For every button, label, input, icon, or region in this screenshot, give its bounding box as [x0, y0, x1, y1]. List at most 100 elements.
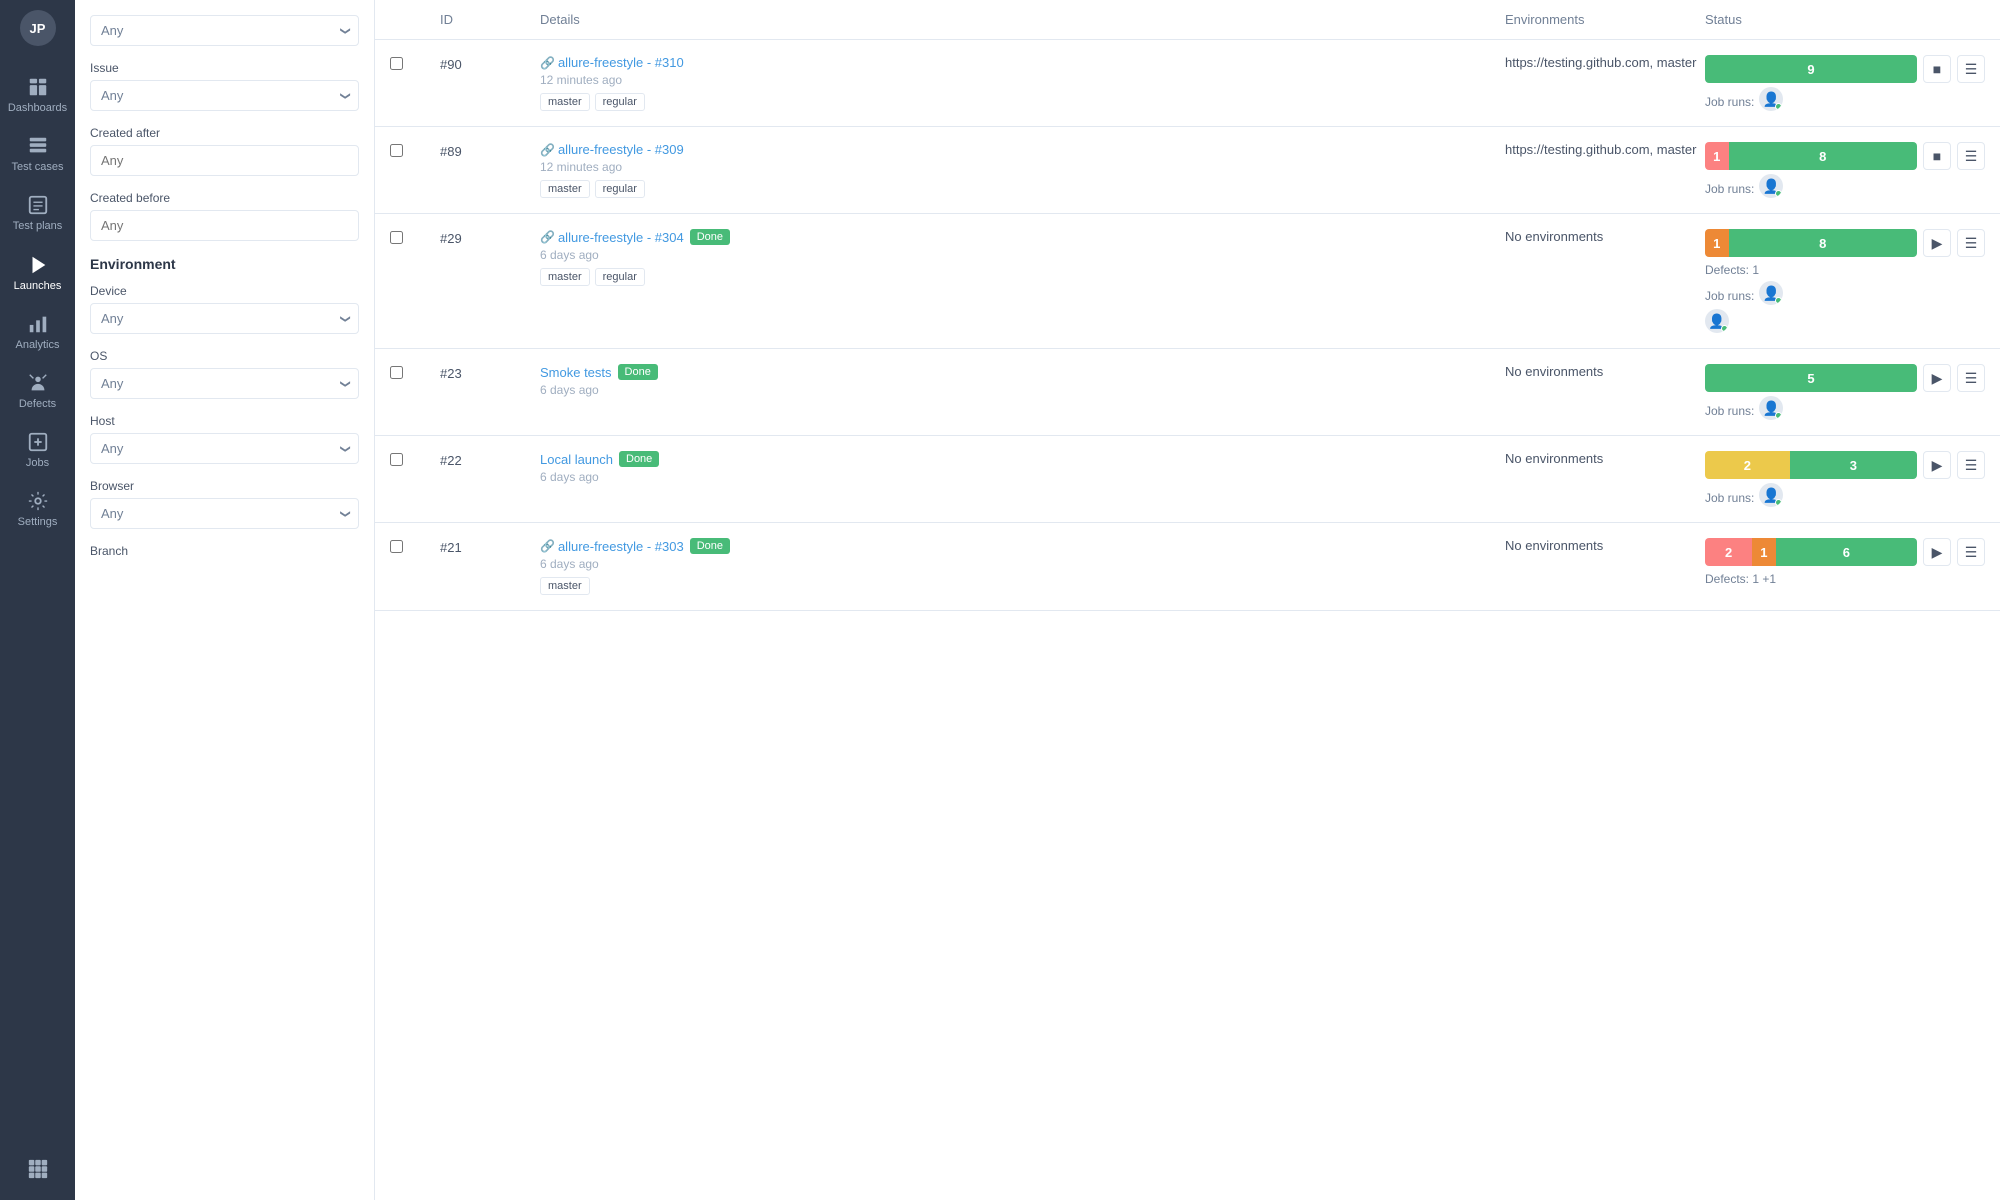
sidebar-item-settings[interactable]: Settings: [0, 480, 75, 539]
stop-btn-90[interactable]: ■: [1923, 55, 1951, 83]
defects-21: Defects: 1 +1: [1705, 572, 1985, 586]
row-time-29: 6 days ago: [540, 248, 1505, 262]
tag-master-90: master: [540, 93, 590, 111]
row-tags-29: master regular: [540, 268, 1505, 286]
row-tags-21: master: [540, 577, 1505, 595]
row-time-90: 12 minutes ago: [540, 73, 1505, 87]
row-env-89: https://testing.github.com, master: [1505, 142, 1705, 157]
row-time-23: 6 days ago: [540, 383, 1505, 397]
row-checkbox-23: [390, 364, 440, 379]
avatar-90: 👤: [1759, 87, 1783, 111]
col-details: Details: [540, 12, 1505, 27]
row-checkbox-29: [390, 229, 440, 244]
row-link-21[interactable]: allure-freestyle - #303: [558, 539, 684, 554]
row-status-22: 2 3 ▶ ☰ Job runs: 👤: [1705, 451, 1985, 507]
row-time-89: 12 minutes ago: [540, 160, 1505, 174]
row-time-22: 6 days ago: [540, 470, 1505, 484]
play-btn-21[interactable]: ▶: [1923, 538, 1951, 566]
menu-btn-23[interactable]: ☰: [1957, 364, 1985, 392]
filter-os-label: OS: [90, 349, 359, 363]
sidebar-item-testplans-label: Test plans: [13, 220, 63, 233]
filter-host-section: Host Any: [90, 414, 359, 464]
sidebar-item-analytics[interactable]: Analytics: [0, 303, 75, 362]
sidebar-item-testplans[interactable]: Test plans: [0, 184, 75, 243]
filter-created-after-input[interactable]: [90, 145, 359, 176]
filter-browser-label: Browser: [90, 479, 359, 493]
avatar-22: 👤: [1759, 483, 1783, 507]
play-btn-23[interactable]: ▶: [1923, 364, 1951, 392]
col-status: Status: [1705, 12, 1985, 27]
menu-btn-22[interactable]: ☰: [1957, 451, 1985, 479]
filter-host-select[interactable]: Any: [90, 433, 359, 464]
sidebar-item-integrations[interactable]: [0, 1148, 75, 1190]
filter-branch-label: Branch: [90, 544, 359, 558]
menu-btn-90[interactable]: ☰: [1957, 55, 1985, 83]
tag-master-29: master: [540, 268, 590, 286]
row-status-23: 5 ▶ ☰ Job runs: 👤: [1705, 364, 1985, 420]
environment-section-title: Environment: [90, 256, 359, 272]
job-runs-29b: 👤: [1705, 309, 1985, 333]
filter-panel: Any Issue Any Created after Created befo…: [75, 0, 375, 1200]
avatar-23: 👤: [1759, 396, 1783, 420]
checkbox-89[interactable]: [390, 144, 403, 157]
checkbox-22[interactable]: [390, 453, 403, 466]
table-row: #29 🔗 allure-freestyle - #304 Done 6 day…: [375, 214, 2000, 349]
play-btn-22[interactable]: ▶: [1923, 451, 1951, 479]
seg-green-29: 8: [1729, 229, 1917, 257]
checkbox-23[interactable]: [390, 366, 403, 379]
testcases-icon: [27, 135, 49, 157]
checkbox-21[interactable]: [390, 540, 403, 553]
sidebar-item-jobs[interactable]: Jobs: [0, 421, 75, 480]
row-id-29: #29: [440, 229, 540, 246]
filter-issue-select[interactable]: Any: [90, 80, 359, 111]
job-runs-29: Job runs: 👤: [1705, 281, 1985, 305]
row-link-89[interactable]: allure-freestyle - #309: [558, 142, 684, 157]
job-runs-90: Job runs: 👤: [1705, 87, 1985, 111]
row-tags-90: master regular: [540, 93, 1505, 111]
row-link-90[interactable]: allure-freestyle - #310: [558, 55, 684, 70]
analytics-icon: [27, 313, 49, 335]
seg-green-89: 8: [1729, 142, 1917, 170]
row-link-29[interactable]: allure-freestyle - #304: [558, 230, 684, 245]
sidebar: JP Dashboards Test cases Test plans: [0, 0, 75, 1200]
sidebar-item-testcases[interactable]: Test cases: [0, 125, 75, 184]
sidebar-item-launches-label: Launches: [14, 280, 62, 293]
tag-master-89: master: [540, 180, 590, 198]
row-link-23[interactable]: Smoke tests: [540, 365, 612, 380]
launches-icon: [27, 254, 49, 276]
row-status-21: 2 1 6 ▶ ☰ Defects: 1 +1: [1705, 538, 1985, 586]
filter-browser-select[interactable]: Any: [90, 498, 359, 529]
row-id-21: #21: [440, 538, 540, 555]
col-id: ID: [440, 12, 540, 27]
filter-any-select[interactable]: Any: [90, 15, 359, 46]
filter-device-wrapper: Any: [90, 303, 359, 334]
menu-btn-21[interactable]: ☰: [1957, 538, 1985, 566]
filter-os-select[interactable]: Any: [90, 368, 359, 399]
user-avatar[interactable]: JP: [20, 10, 56, 46]
row-details-29: 🔗 allure-freestyle - #304 Done 6 days ag…: [540, 229, 1505, 286]
seg-red-21: 2: [1705, 538, 1752, 566]
menu-btn-89[interactable]: ☰: [1957, 142, 1985, 170]
row-status-29: 1 8 ▶ ☰ Defects: 1 Job runs: 👤 👤: [1705, 229, 1985, 333]
checkbox-29[interactable]: [390, 231, 403, 244]
job-runs-89: Job runs: 👤: [1705, 174, 1985, 198]
row-details-21: 🔗 allure-freestyle - #303 Done 6 days ag…: [540, 538, 1505, 595]
menu-btn-29[interactable]: ☰: [1957, 229, 1985, 257]
filter-os-wrapper: Any: [90, 368, 359, 399]
sidebar-item-launches[interactable]: Launches: [0, 244, 75, 303]
filter-browser-section: Browser Any: [90, 479, 359, 529]
filter-branch-section: Branch: [90, 544, 359, 558]
checkbox-90[interactable]: [390, 57, 403, 70]
sidebar-item-defects[interactable]: Defects: [0, 362, 75, 421]
play-btn-29[interactable]: ▶: [1923, 229, 1951, 257]
stop-btn-89[interactable]: ■: [1923, 142, 1951, 170]
link-icon-90: 🔗: [540, 56, 555, 70]
seg-green-22: 3: [1790, 451, 1917, 479]
filter-created-before-input[interactable]: [90, 210, 359, 241]
sidebar-item-dashboards[interactable]: Dashboards: [0, 66, 75, 125]
filter-any-wrapper: Any: [90, 15, 359, 46]
done-badge-29: Done: [690, 229, 730, 245]
row-link-22[interactable]: Local launch: [540, 452, 613, 467]
sidebar-item-settings-label: Settings: [18, 516, 58, 529]
filter-device-select[interactable]: Any: [90, 303, 359, 334]
